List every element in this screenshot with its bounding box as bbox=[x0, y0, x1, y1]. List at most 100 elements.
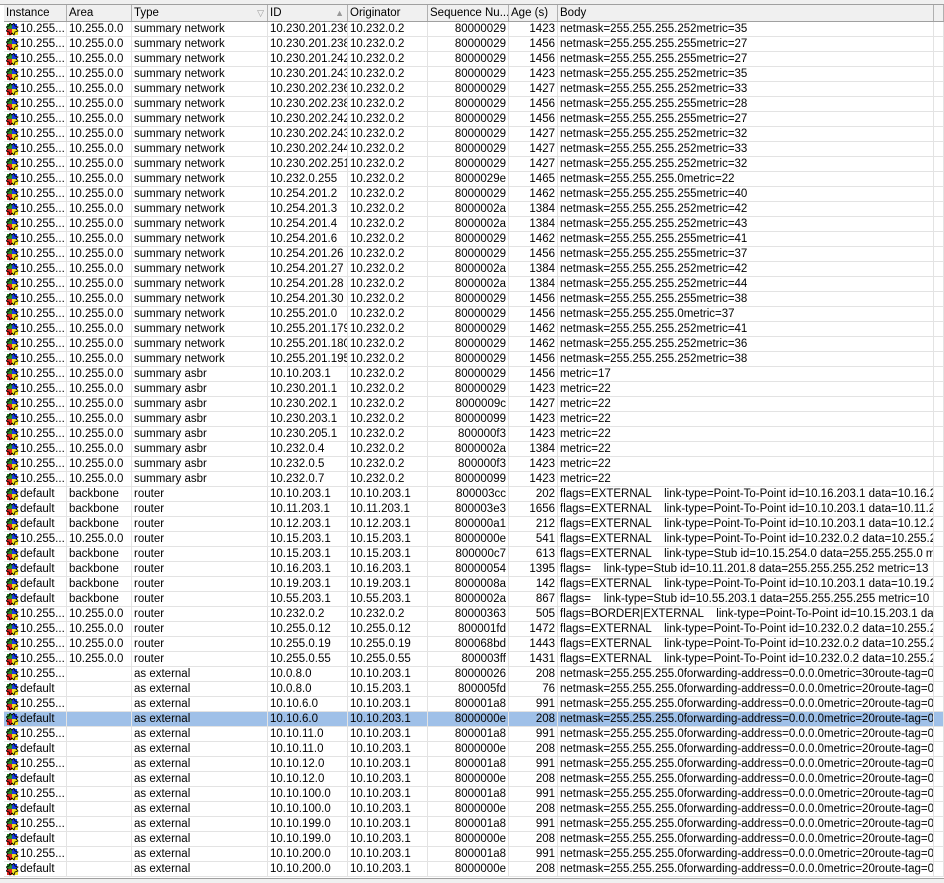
table-row[interactable]: 10.255... 10.255.0.0 router 10.232.0.2 10.23… bbox=[4, 607, 944, 622]
cell-originator: 10.232.0.2 bbox=[348, 457, 428, 471]
table-row[interactable]: default as external 10.10.100.0 10.10.203.1… bbox=[4, 802, 944, 817]
column-header-sequence-number[interactable]: Sequence Nu... bbox=[428, 5, 509, 21]
cell-type: summary asbr bbox=[132, 382, 268, 396]
table-row[interactable]: 10.255... as external 10.10.100.0 10.10.203… bbox=[4, 787, 944, 802]
column-header-area[interactable]: Area bbox=[67, 5, 132, 21]
table-row[interactable]: 10.255... 10.255.0.0 summary network 10.230… bbox=[4, 67, 944, 82]
column-header-originator[interactable]: Originator bbox=[348, 5, 428, 21]
column-header-id[interactable]: ID ▲ bbox=[268, 5, 348, 21]
table-row[interactable]: 10.255... 10.255.0.0 summary network 10.230… bbox=[4, 37, 944, 52]
table-row[interactable]: 10.255... as external 10.0.8.0 10.10.203.1 8… bbox=[4, 667, 944, 682]
cell-id: 10.230.202.238 bbox=[268, 97, 348, 111]
table-row[interactable]: 10.255... 10.255.0.0 router 10.255.0.19 10.2… bbox=[4, 637, 944, 652]
cell-text: 10.255.0.0 bbox=[69, 533, 124, 545]
table-row[interactable]: 10.255... 10.255.0.0 summary network 10.230… bbox=[4, 22, 944, 37]
table-row[interactable]: 10.255... 10.255.0.0 summary asbr 10.230.20… bbox=[4, 427, 944, 442]
table-row[interactable]: default as external 10.0.8.0 10.15.203.1 800… bbox=[4, 682, 944, 697]
table-row[interactable]: 10.255... as external 10.10.199.0 10.10.203… bbox=[4, 817, 944, 832]
cell-text: 10.255... bbox=[20, 413, 65, 425]
cell-age: 1456 bbox=[509, 112, 558, 126]
table-row[interactable]: 10.255... 10.255.0.0 summary network 10.255… bbox=[4, 352, 944, 367]
cell-text: 10.255... bbox=[20, 353, 65, 365]
table-row[interactable]: 10.255... 10.255.0.0 summary network 10.254… bbox=[4, 232, 944, 247]
table-row[interactable]: 10.255... 10.255.0.0 summary asbr 10.232.0.… bbox=[4, 442, 944, 457]
table-row[interactable]: 10.255... 10.255.0.0 summary network 10.230… bbox=[4, 82, 944, 97]
table-row[interactable]: default as external 10.10.199.0 10.10.203.1… bbox=[4, 832, 944, 847]
cell-originator: 10.232.0.2 bbox=[348, 427, 428, 441]
column-header-type[interactable]: Type ▽ bbox=[132, 5, 268, 21]
table-row[interactable]: 10.255... 10.255.0.0 summary network 10.230… bbox=[4, 112, 944, 127]
cell-text: netmask=255.255.255.0forwarding-address=… bbox=[560, 728, 934, 740]
table-row[interactable]: 10.255... 10.255.0.0 summary asbr 10.232.0.… bbox=[4, 457, 944, 472]
cell-text: 10.255... bbox=[20, 233, 65, 245]
column-header-instance[interactable]: Instance bbox=[4, 5, 67, 21]
table-row[interactable]: 10.255... 10.255.0.0 summary network 10.255… bbox=[4, 337, 944, 352]
cell-area: backbone bbox=[67, 502, 132, 516]
table-row[interactable]: 10.255... 10.255.0.0 router 10.15.203.1 10.1… bbox=[4, 532, 944, 547]
cell-originator: 10.10.203.1 bbox=[348, 697, 428, 711]
table-row[interactable]: 10.255... as external 10.10.200.0 10.10.203… bbox=[4, 847, 944, 862]
table-row[interactable]: 10.255... 10.255.0.0 summary network 10.254… bbox=[4, 277, 944, 292]
table-row[interactable]: 10.255... 10.255.0.0 summary network 10.230… bbox=[4, 97, 944, 112]
cell-id: 10.230.201.242 bbox=[268, 52, 348, 66]
table-row[interactable]: 10.255... 10.255.0.0 summary network 10.230… bbox=[4, 142, 944, 157]
table-row[interactable]: 10.255... 10.255.0.0 summary network 10.254… bbox=[4, 217, 944, 232]
cell-instance: default bbox=[4, 517, 67, 531]
column-label: ID bbox=[270, 7, 282, 19]
table-row[interactable]: 10.255... 10.255.0.0 summary network 10.254… bbox=[4, 202, 944, 217]
cell-body: flags=EXTERNAL link-type=Point-To-Point … bbox=[558, 637, 934, 651]
column-header-age[interactable]: Age (s) bbox=[509, 5, 558, 21]
table-row[interactable]: 10.255... 10.255.0.0 summary network 10.254… bbox=[4, 292, 944, 307]
table-row[interactable]: 10.255... 10.255.0.0 summary network 10.255… bbox=[4, 322, 944, 337]
table-row[interactable]: 10.255... 10.255.0.0 summary network 10.230… bbox=[4, 157, 944, 172]
cell-body: netmask=255.255.255.0forwarding-address=… bbox=[558, 772, 934, 786]
cell-sequence-number: 800000a1 bbox=[428, 517, 509, 531]
cell-text: 10.255.0.55 bbox=[350, 653, 411, 665]
table-row[interactable]: 10.255... 10.255.0.0 summary asbr 10.230.20… bbox=[4, 382, 944, 397]
table-row[interactable]: 10.255... as external 10.10.6.0 10.10.203.1… bbox=[4, 697, 944, 712]
table-row[interactable]: default backbone router 10.11.203.1 10.11.20… bbox=[4, 502, 944, 517]
table-row[interactable]: 10.255... 10.255.0.0 summary network 10.254… bbox=[4, 247, 944, 262]
table-row[interactable]: 10.255... 10.255.0.0 summary network 10.254… bbox=[4, 262, 944, 277]
table-row[interactable]: 10.255... 10.255.0.0 summary asbr 10.230.20… bbox=[4, 397, 944, 412]
table-row[interactable]: 10.255... 10.255.0.0 summary asbr 10.232.0.… bbox=[4, 472, 944, 487]
table-row[interactable]: 10.255... 10.255.0.0 summary network 10.232… bbox=[4, 172, 944, 187]
table-row[interactable]: 10.255... 10.255.0.0 summary asbr 10.230.20… bbox=[4, 412, 944, 427]
cell-sequence-number: 80000099 bbox=[428, 412, 509, 426]
table-row[interactable]: default as external 10.10.12.0 10.10.203.1 8… bbox=[4, 772, 944, 787]
cell-instance: 10.255... bbox=[4, 292, 67, 306]
cell-text: 80000099 bbox=[454, 473, 506, 485]
table-row[interactable]: 10.255... 10.255.0.0 summary network 10.230… bbox=[4, 127, 944, 142]
table-row[interactable]: 10.255... 10.255.0.0 summary network 10.230… bbox=[4, 52, 944, 67]
table-row[interactable]: default backbone router 10.12.203.1 10.12.20… bbox=[4, 517, 944, 532]
cell-text: 10.255.0.0 bbox=[69, 263, 124, 275]
table-row[interactable]: 10.255... 10.255.0.0 summary network 10.255… bbox=[4, 307, 944, 322]
table-row[interactable]: 10.255... 10.255.0.0 summary asbr 10.10.203… bbox=[4, 367, 944, 382]
table-row[interactable]: default backbone router 10.10.203.1 10.10.20… bbox=[4, 487, 944, 502]
table-row[interactable]: default backbone router 10.16.203.1 10.16.20… bbox=[4, 562, 944, 577]
cell-text: netmask=255.255.255.0metric=22 bbox=[560, 173, 735, 185]
cell-text: 10.255.0.0 bbox=[69, 278, 124, 290]
table-row[interactable]: 10.255... as external 10.10.12.0 10.10.203.… bbox=[4, 757, 944, 772]
cell-text: default bbox=[20, 713, 55, 725]
table-row[interactable]: default backbone router 10.19.203.1 10.19.20… bbox=[4, 577, 944, 592]
cell-text: default bbox=[20, 578, 55, 590]
column-header-body[interactable]: Body bbox=[558, 5, 934, 21]
cell-instance: 10.255... bbox=[4, 352, 67, 366]
cell-id: 10.0.8.0 bbox=[268, 667, 348, 681]
cell-area: 10.255.0.0 bbox=[67, 442, 132, 456]
cell-text: 10.254.201.6 bbox=[270, 233, 338, 245]
cell-instance: 10.255... bbox=[4, 247, 67, 261]
cell-text: 10.232.0.2 bbox=[350, 98, 405, 110]
table-row[interactable]: default as external 10.10.11.0 10.10.203.1 8… bbox=[4, 742, 944, 757]
table-row[interactable]: 10.255... 10.255.0.0 router 10.255.0.12 10.2… bbox=[4, 622, 944, 637]
table-row[interactable]: default backbone router 10.55.203.1 10.55.20… bbox=[4, 592, 944, 607]
table-row[interactable]: default as external 10.10.200.0 10.10.203.1… bbox=[4, 862, 944, 877]
cell-text: flags=EXTERNAL link-type=Point-To-Point … bbox=[560, 503, 934, 515]
table-row[interactable]: 10.255... 10.255.0.0 router 10.255.0.55 10.2… bbox=[4, 652, 944, 667]
table-row[interactable]: default as external 10.10.6.0 10.10.203.1 80… bbox=[4, 712, 944, 727]
table-row[interactable]: default backbone router 10.15.203.1 10.15.20… bbox=[4, 547, 944, 562]
table-row[interactable]: 10.255... as external 10.10.11.0 10.10.203.… bbox=[4, 727, 944, 742]
cell-area bbox=[67, 862, 132, 876]
table-row[interactable]: 10.255... 10.255.0.0 summary network 10.254… bbox=[4, 187, 944, 202]
